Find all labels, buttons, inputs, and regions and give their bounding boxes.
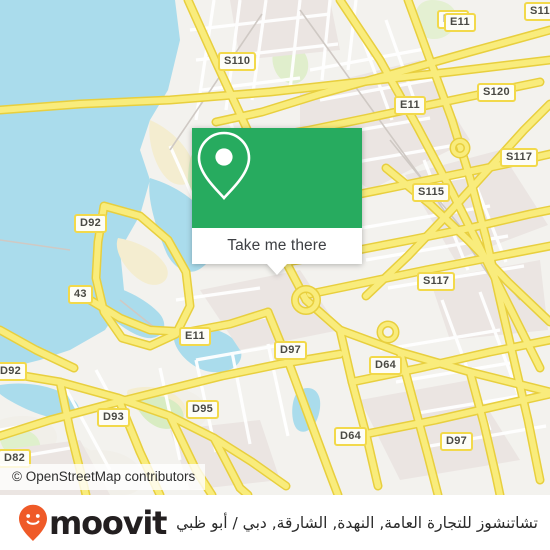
road-shield: 43	[68, 285, 93, 304]
road-shield: D92	[0, 362, 28, 381]
popup-pointer-arrow	[267, 264, 287, 275]
road-shield: S117	[500, 148, 539, 167]
road-shield: E11	[444, 13, 476, 32]
road-shield: S120	[477, 83, 516, 102]
map-pin-icon	[197, 131, 251, 200]
road-shield: D64	[334, 427, 368, 446]
moovit-map-page: S11E11E11S110S120E11S117S115D92S11743E11…	[0, 0, 550, 550]
road-shield: S110	[218, 52, 257, 71]
road-shield: D92	[74, 214, 108, 233]
osm-attribution[interactable]: © OpenStreetMap contributors	[0, 464, 206, 490]
take-me-there-label: Take me there	[227, 237, 327, 254]
road-shield: D97	[440, 432, 474, 451]
smiley-eye-right	[35, 513, 40, 518]
road-shield: S11	[524, 2, 550, 21]
attribution-text: © OpenStreetMap contributors	[12, 469, 196, 484]
road-shield: S115	[412, 183, 451, 202]
map-canvas[interactable]: S11E11E11S110S120E11S117S115D92S11743E11…	[0, 0, 550, 495]
road-shield: D64	[369, 356, 403, 375]
road-shield: E11	[394, 96, 426, 115]
footer-bar: moovit تشاتنشوز للتجارة العامة, النهدة, …	[0, 495, 550, 550]
place-title: تشاتنشوز للتجارة العامة, النهدة, الشارقة…	[176, 513, 538, 532]
road-shield: D95	[186, 400, 220, 419]
take-me-there-button[interactable]: Take me there	[192, 228, 362, 264]
moovit-smiley-pin-icon	[19, 504, 47, 541]
road-shield: D93	[97, 408, 131, 427]
road-shield: D97	[274, 341, 308, 360]
popup-image-area	[192, 128, 362, 228]
location-popup-card[interactable]: Take me there	[192, 128, 362, 275]
smiley-eye-left	[26, 513, 31, 518]
road-shield: E11	[179, 327, 211, 346]
road-shield: S117	[417, 272, 456, 291]
moovit-logo[interactable]: moovit	[18, 503, 167, 542]
moovit-wordmark: moovit	[49, 503, 167, 542]
